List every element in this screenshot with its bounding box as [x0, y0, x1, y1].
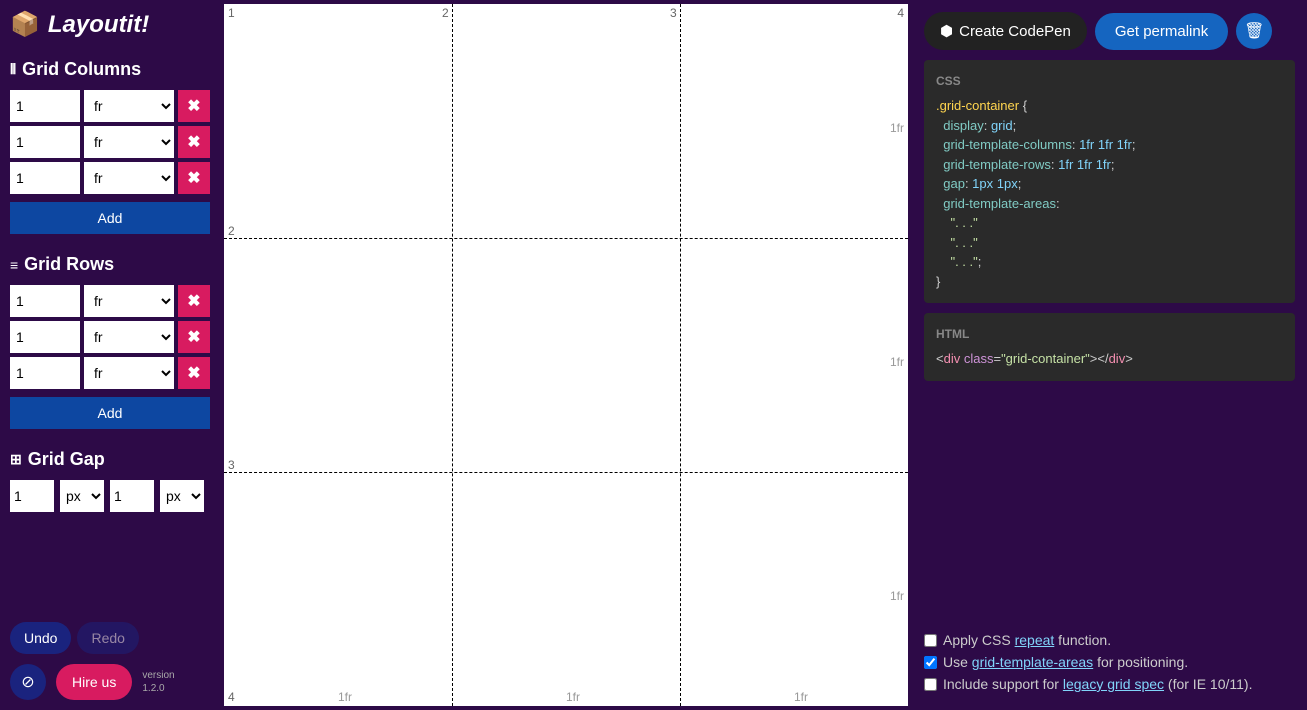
link-repeat[interactable]: repeat: [1015, 632, 1055, 648]
fr-label: 1fr: [890, 121, 904, 135]
check-areas: Use grid-template-areas for positioning.: [924, 654, 1295, 670]
undo-button[interactable]: Undo: [10, 622, 71, 654]
css-code-box[interactable]: CSS .grid-container { display: grid; gri…: [924, 60, 1295, 303]
axis-num: 2: [442, 6, 449, 20]
gap-label: Grid Gap: [28, 449, 105, 470]
column-unit-select[interactable]: fr: [84, 162, 174, 194]
row-unit-select[interactable]: fr: [84, 357, 174, 389]
fr-label: 1fr: [338, 690, 352, 704]
section-title-rows: ≡ Grid Rows: [10, 254, 210, 275]
version-label: version1.2.0: [142, 669, 174, 695]
hire-us-button[interactable]: Hire us: [56, 664, 132, 700]
column-value-input[interactable]: [10, 90, 80, 122]
right-panel: ⬢ Create CodePen Get permalink 🗑 CSS .gr…: [912, 0, 1307, 710]
gap-row-unit[interactable]: px: [60, 480, 104, 512]
info-button[interactable]: ⊘: [10, 664, 46, 700]
delete-column-button[interactable]: ✖: [178, 90, 210, 122]
row-value-input[interactable]: [10, 321, 80, 353]
fr-label: 1fr: [890, 589, 904, 603]
checkbox-areas[interactable]: [924, 656, 937, 669]
css-label: CSS: [936, 72, 1283, 90]
row-unit-select[interactable]: fr: [84, 321, 174, 353]
axis-num: 4: [897, 6, 904, 20]
sidebar: 📦 Layoutit! ⦀ Grid Columns fr✖fr✖fr✖ Add…: [0, 0, 220, 710]
column-unit-select[interactable]: fr: [84, 90, 174, 122]
check-legacy: Include support for legacy grid spec (fo…: [924, 676, 1295, 692]
columns-label: Grid Columns: [22, 59, 141, 80]
grid-canvas[interactable]: 1 2 3 4 2 3 4 1fr 1fr 1fr 1fr 1fr 1fr: [224, 4, 908, 706]
html-label: HTML: [936, 325, 1283, 343]
row-value-input[interactable]: [10, 357, 80, 389]
section-title-columns: ⦀ Grid Columns: [10, 59, 210, 80]
gap-icon: ⊞: [10, 451, 22, 468]
axis-num: 4: [228, 690, 235, 704]
cube-icon: 📦: [10, 10, 40, 39]
logo: 📦 Layoutit!: [10, 10, 210, 39]
codepen-icon: ⬢: [940, 22, 953, 40]
axis-num: 3: [670, 6, 677, 20]
create-codepen-button[interactable]: ⬢ Create CodePen: [924, 12, 1087, 50]
fr-label: 1fr: [890, 355, 904, 369]
rows-label: Grid Rows: [24, 254, 114, 275]
grid-gap-section: ⊞ Grid Gap px px: [10, 449, 210, 512]
column-unit-select[interactable]: fr: [84, 126, 174, 158]
gap-col-unit[interactable]: px: [160, 480, 204, 512]
options-checkboxes: Apply CSS repeat function. Use grid-temp…: [924, 632, 1295, 698]
checkbox-legacy[interactable]: [924, 678, 937, 691]
delete-column-button[interactable]: ✖: [178, 162, 210, 194]
bottom-actions: ⊘ Hire us version1.2.0: [10, 664, 210, 700]
axis-num: 3: [228, 458, 235, 472]
redo-button[interactable]: Redo: [77, 622, 138, 654]
grid-rows-section: ≡ Grid Rows fr✖fr✖fr✖ Add: [10, 254, 210, 429]
delete-row-button[interactable]: ✖: [178, 285, 210, 317]
axis-num: 2: [228, 224, 235, 238]
link-legacy[interactable]: legacy grid spec: [1063, 676, 1164, 692]
delete-column-button[interactable]: ✖: [178, 126, 210, 158]
check-repeat: Apply CSS repeat function.: [924, 632, 1295, 648]
column-value-input[interactable]: [10, 162, 80, 194]
gap-col-input[interactable]: [110, 480, 154, 512]
axis-num: 1: [228, 6, 235, 20]
undo-redo-row: Undo Redo: [10, 622, 210, 654]
gap-row-input[interactable]: [10, 480, 54, 512]
fr-label: 1fr: [566, 690, 580, 704]
rows-icon: ≡: [10, 257, 18, 273]
row-unit-select[interactable]: fr: [84, 285, 174, 317]
section-title-gap: ⊞ Grid Gap: [10, 449, 210, 470]
reset-button[interactable]: 🗑: [1236, 13, 1272, 49]
delete-row-button[interactable]: ✖: [178, 321, 210, 353]
top-buttons: ⬢ Create CodePen Get permalink 🗑: [924, 12, 1295, 50]
fr-label: 1fr: [794, 690, 808, 704]
add-column-button[interactable]: Add: [10, 202, 210, 234]
add-row-button[interactable]: Add: [10, 397, 210, 429]
row-value-input[interactable]: [10, 285, 80, 317]
html-code-box[interactable]: HTML <div class="grid-container"></div>: [924, 313, 1295, 381]
get-permalink-button[interactable]: Get permalink: [1095, 13, 1228, 50]
link-areas[interactable]: grid-template-areas: [972, 654, 1093, 670]
checkbox-repeat[interactable]: [924, 634, 937, 647]
logo-text: Layoutit!: [48, 11, 149, 39]
column-value-input[interactable]: [10, 126, 80, 158]
columns-icon: ⦀: [10, 61, 16, 78]
delete-row-button[interactable]: ✖: [178, 357, 210, 389]
grid-columns-section: ⦀ Grid Columns fr✖fr✖fr✖ Add: [10, 59, 210, 234]
